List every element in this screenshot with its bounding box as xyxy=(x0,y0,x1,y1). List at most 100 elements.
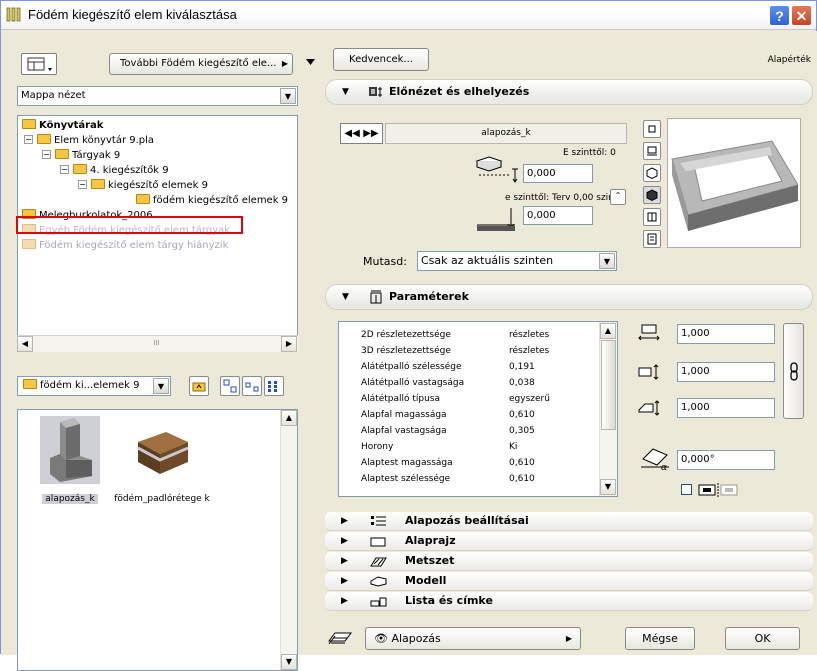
mirror-checkbox[interactable] xyxy=(681,484,692,495)
top-offset-input[interactable]: 0,000 xyxy=(523,164,593,183)
chevron-down-icon[interactable]: ▼ xyxy=(280,88,296,104)
param-row[interactable]: Alaptest magassága 0,610 xyxy=(339,456,601,471)
section-listing-label[interactable]: ▶ Lista és címke xyxy=(325,592,813,611)
foundation-settings-icon xyxy=(371,516,386,526)
tree-item-slab-accessories[interactable]: födém kiegészítő elemek 9 xyxy=(136,193,288,208)
mirror-icon xyxy=(698,483,738,497)
pane-splitter[interactable] xyxy=(305,31,315,655)
folder-icon xyxy=(22,119,36,129)
scroll-right-icon[interactable]: ▶ xyxy=(281,336,297,352)
tree-item-libraries[interactable]: Könyvtárak xyxy=(22,118,103,133)
folder-icon xyxy=(73,164,87,174)
parameters-scrollbar[interactable]: ▲ ▼ xyxy=(599,322,617,496)
library-pane: További Födém kiegészítő ele... ▶ Mappa … xyxy=(1,31,305,671)
more-elements-label: További Födém kiegészítő ele... xyxy=(120,58,277,69)
window-title: Födém kiegészítő elem kiválasztása xyxy=(28,7,237,22)
tree-item-objects[interactable]: − Tárgyak 9 xyxy=(42,148,120,163)
top-offset-icon xyxy=(475,156,518,183)
help-button[interactable]: ? xyxy=(769,5,790,26)
dimension-c-input[interactable]: 1,000 xyxy=(677,398,775,418)
scroll-left-icon[interactable]: ◀ xyxy=(17,336,33,352)
scroll-up-icon[interactable]: ▲ xyxy=(281,410,297,426)
folder-icon xyxy=(55,149,69,159)
favorites-button[interactable]: Kedvencek... xyxy=(333,48,429,71)
scroll-thumb[interactable]: III xyxy=(34,336,279,352)
collapsed-triangle-icon: ▶ xyxy=(341,596,348,606)
show-select[interactable]: Csak az aktuális szinten ▼ xyxy=(417,251,617,271)
dimension-b-icon xyxy=(638,364,659,380)
view-mode-select[interactable]: Mappa nézet ▼ xyxy=(17,86,298,106)
section-preview-header[interactable]: ▼ Előnézet és elhelyezés xyxy=(325,79,813,105)
folder-select[interactable]: födém ki...elemek 9 ▼ xyxy=(17,376,171,396)
collapse-icon[interactable]: − xyxy=(42,150,51,159)
section-model[interactable]: ▶ Modell xyxy=(325,572,813,591)
object-item-padloretege[interactable]: födém_padlórétege k xyxy=(114,414,210,512)
view-list-button[interactable] xyxy=(643,230,661,248)
object-item-alapozas[interactable]: alapozás_k xyxy=(32,414,108,512)
folder-up-button[interactable] xyxy=(189,376,209,396)
small-icons-button[interactable] xyxy=(242,376,262,396)
chevron-down-icon[interactable]: ▼ xyxy=(153,378,169,394)
dimension-b-input[interactable]: 1,000 xyxy=(677,362,775,382)
tree-item-accessory-elements[interactable]: − kiegészítő elemek 9 xyxy=(78,178,208,193)
view-3d-shaded-button[interactable] xyxy=(643,186,661,204)
bottom-offset-input[interactable]: 0,000 xyxy=(523,206,593,225)
section-foundation-settings[interactable]: ▶ Alapozás beállításai xyxy=(325,512,813,531)
param-row[interactable]: Alaptest szélessége 0,610 xyxy=(339,472,601,487)
prev-next-buttons[interactable]: ◀◀ ▶▶ xyxy=(340,123,383,144)
scroll-down-icon[interactable]: ▼ xyxy=(600,479,616,495)
object-label: alapozás_k xyxy=(42,494,98,504)
dimension-a-input[interactable]: 1,000 xyxy=(677,324,775,344)
preview-placement-icon xyxy=(369,87,382,97)
object-thumbnail-list[interactable]: ▲ ▼ alapozás_k födém_padlórétege k xyxy=(17,409,298,671)
scroll-up-icon[interactable]: ▲ xyxy=(600,323,616,339)
tree-item-missing-objects[interactable]: Födém kiegészítő elem tárgy hiányzik xyxy=(22,238,228,253)
param-row[interactable]: Alátétpalló szélessége 0,191 xyxy=(339,360,601,375)
story-select-button[interactable]: ⌃ xyxy=(610,189,626,205)
section-foundation-settings-title: Alapozás beállításai xyxy=(405,514,529,527)
view-3d-button[interactable] xyxy=(643,164,661,182)
param-row[interactable]: 3D részletezettsége részletes xyxy=(339,344,601,359)
view-plan-button[interactable] xyxy=(643,142,661,160)
plan-view-icon xyxy=(647,146,657,156)
angle-input[interactable]: 0,000° xyxy=(677,450,775,470)
param-row[interactable]: 2D részletezettsége részletes xyxy=(339,328,601,343)
view-mode-button[interactable] xyxy=(21,53,57,75)
view-section-button[interactable] xyxy=(643,208,661,226)
collapse-icon[interactable]: − xyxy=(60,165,69,174)
collapse-icon[interactable]: − xyxy=(78,180,87,189)
more-elements-button[interactable]: További Födém kiegészítő ele... ▶ xyxy=(109,53,293,75)
folder-icon xyxy=(23,379,37,389)
section-listing-label-title: Lista és címke xyxy=(405,594,493,607)
tree-horizontal-scrollbar[interactable]: ◀ III ▶ xyxy=(17,335,298,352)
parameters-list[interactable]: 2D részletezettsége részletes 3D részlete… xyxy=(338,321,618,497)
param-row[interactable]: Horony Ki xyxy=(339,440,601,455)
section-section[interactable]: ▶ Metszet xyxy=(325,552,813,571)
settings-pane: Kedvencek... Alapérték ▼ Előnézet és elh… xyxy=(315,31,817,655)
param-row[interactable]: Alapfal magassága 0,610 xyxy=(339,408,601,423)
cancel-button[interactable]: Mégse xyxy=(625,627,695,650)
tree-item-accessories[interactable]: −4. kiegészítők 9 xyxy=(60,163,169,178)
scroll-thumb[interactable] xyxy=(601,340,616,430)
tree-item-library-file[interactable]: − Elem könyvtár 9.pla xyxy=(24,133,154,148)
collapse-icon[interactable]: − xyxy=(24,135,33,144)
ok-button[interactable]: OK xyxy=(725,627,800,650)
chevron-down-icon[interactable]: ▼ xyxy=(599,253,615,269)
folder-icon xyxy=(22,239,36,249)
scroll-down-icon[interactable]: ▼ xyxy=(281,654,297,670)
param-row[interactable]: Alapfal vastagsága 0,305 xyxy=(339,424,601,439)
large-icons-button[interactable] xyxy=(220,376,240,396)
object-list-scrollbar[interactable]: ▲ ▼ xyxy=(280,410,297,670)
close-button[interactable]: ✕ xyxy=(791,5,812,26)
layer-select[interactable]: 👁 Alapozás ▶ xyxy=(365,627,581,650)
link-dimensions-button[interactable] xyxy=(783,323,804,419)
view-2d-button[interactable] xyxy=(643,120,661,138)
param-row[interactable]: Alátétpalló vastagsága 0,038 xyxy=(339,376,601,391)
param-row[interactable]: Alátétpalló típusa egyszerű xyxy=(339,392,601,407)
show-label: Mutasd: xyxy=(363,255,407,268)
section-floor-plan[interactable]: ▶ Alaprajz xyxy=(325,532,813,551)
title-bar[interactable]: Födém kiegészítő elem kiválasztása ? ✕ xyxy=(1,1,816,30)
section-parameters-header[interactable]: ▼ Paraméterek xyxy=(325,284,813,310)
list-view-button[interactable] xyxy=(264,376,284,396)
chevron-right-icon: ▶ xyxy=(565,634,572,643)
